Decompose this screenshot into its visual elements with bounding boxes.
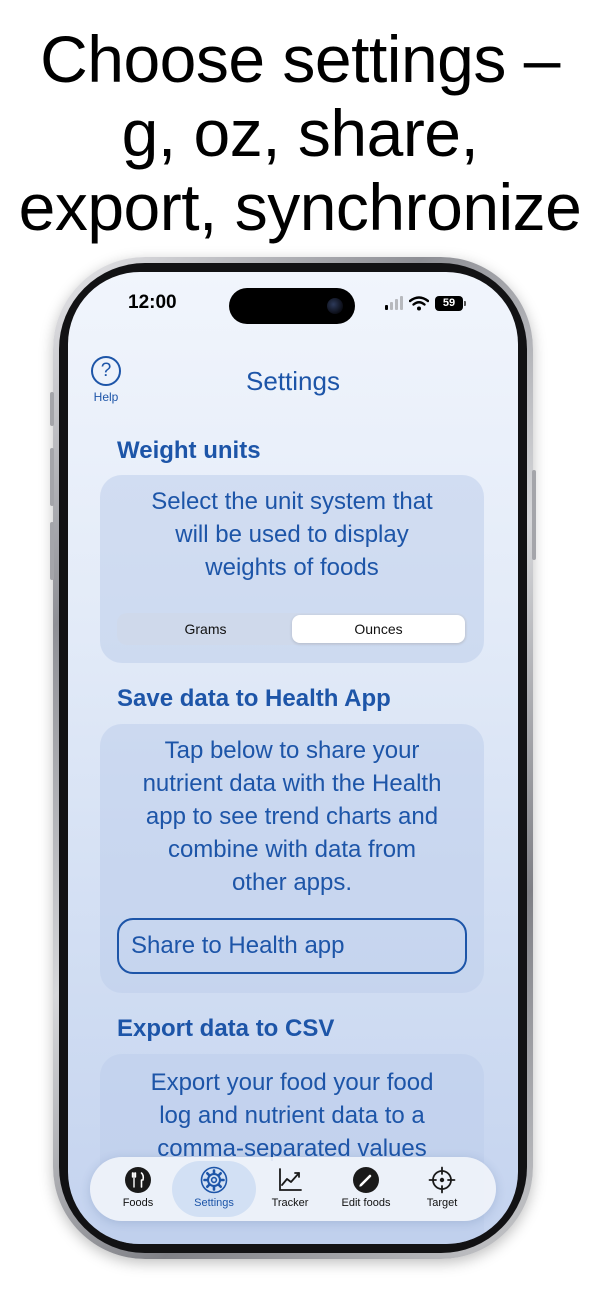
health-card: Tap below to share your nutrient data wi… [100,724,484,993]
segment-ounces[interactable]: Ounces [292,615,465,643]
weight-units-description: Select the unit system that will be used… [100,475,484,584]
pencil-icon [353,1167,379,1193]
status-time: 12:00 [128,292,177,313]
weight-units-line-3: weights of foods [205,554,379,581]
wifi-icon [409,295,429,310]
tab-tracker-label: Tracker [271,1197,309,1209]
tab-bar: Foods Settings Tracker Edit foods Target [90,1157,496,1221]
cellular-signal-icon [385,296,403,310]
tab-tracker[interactable]: Tracker [248,1161,332,1217]
segment-grams[interactable]: Grams [119,615,292,643]
headline-line-3: export, synchronize [18,170,582,244]
page-title: Settings [246,366,340,396]
weight-units-title: Weight units [117,437,261,464]
headline-line-1: Choose settings – [40,22,560,96]
weight-units-line-2: will be used to display [175,521,409,548]
tab-target[interactable]: Target [400,1161,484,1217]
chart-icon [279,1168,302,1191]
export-description: Export your food your food log and nutri… [100,1054,484,1165]
app-screen: 12:00 59 ? Help Settings Weight units Se… [68,272,518,1244]
weight-unit-segmented-control[interactable]: Grams Ounces [117,613,467,645]
fork-knife-icon [125,1167,151,1193]
health-description: Tap below to share your nutrient data wi… [100,724,484,899]
export-line-1: Export your food your food [150,1069,434,1096]
action-button [50,392,54,426]
share-to-health-button[interactable]: Share to Health app [117,918,467,974]
power-button [532,470,536,560]
dynamic-island [229,288,355,324]
export-line-2: log and nutrient data to a [159,1102,425,1129]
headline-line-2: g, oz, share, [121,96,479,170]
health-line-3: app to see trend charts and [145,803,439,830]
health-section-title: Save data to Health App [117,685,391,712]
status-icons: 59 [385,294,466,312]
weight-units-line-1: Select the unit system that [151,488,433,515]
tab-foods[interactable]: Foods [96,1161,180,1217]
export-section-title: Export data to CSV [117,1015,335,1042]
tab-settings[interactable]: Settings [172,1161,256,1217]
tab-target-label: Target [426,1197,458,1209]
health-line-5: other apps. [231,869,353,896]
volume-down-button [50,522,54,580]
health-line-2: nutrient data with the Health [142,770,442,797]
camera-icon [327,298,343,314]
battery-icon: 59 [435,295,466,311]
tab-settings-label: Settings [194,1197,234,1209]
target-icon [428,1166,456,1194]
tab-edit-foods[interactable]: Edit foods [324,1161,408,1217]
weight-units-card: Select the unit system that will be used… [100,475,484,663]
health-line-4: combine with data from [167,836,417,863]
tab-edit-foods-label: Edit foods [341,1197,391,1209]
gear-icon [200,1166,228,1194]
volume-up-button [50,448,54,506]
tab-foods-label: Foods [122,1197,154,1209]
health-line-1: Tap below to share your [164,737,420,764]
promo-headline: Choose settings – g, oz, share, export, … [0,22,600,244]
